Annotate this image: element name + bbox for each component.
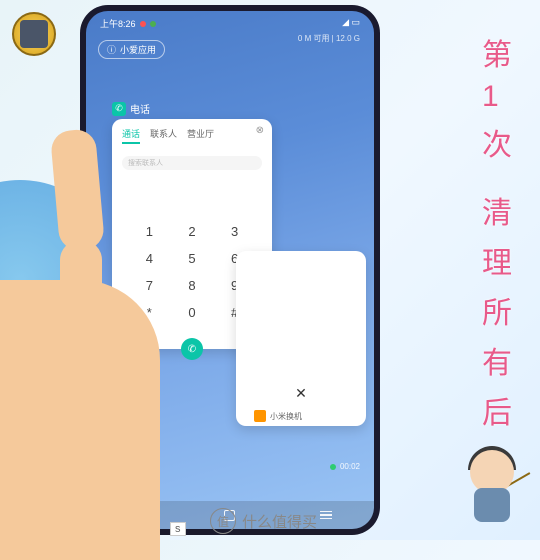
key-0[interactable]: 0 xyxy=(173,301,212,324)
watermark-badge: 值 xyxy=(210,508,236,534)
key-8[interactable]: 8 xyxy=(173,274,212,297)
memory-status: 0 M 可用 | 12.0 G xyxy=(298,33,360,44)
search-input[interactable]: 搜索联系人 xyxy=(122,156,262,170)
corner-mark: s xyxy=(170,522,186,536)
mascot-character xyxy=(452,442,532,532)
tab-contacts[interactable]: 联系人 xyxy=(150,127,177,144)
xiaoai-pill[interactable]: ⓘ 小爱应用 xyxy=(98,40,165,59)
call-button[interactable]: ✆ xyxy=(181,338,203,360)
recents-button[interactable] xyxy=(320,511,332,520)
xiaoai-icon: ⓘ xyxy=(107,43,116,56)
phone-app-icon: ✆ xyxy=(112,102,126,116)
record-dot-icon xyxy=(330,464,336,470)
key-4[interactable]: 4 xyxy=(130,247,169,270)
key-7[interactable]: 7 xyxy=(130,274,169,297)
key-1[interactable]: 1 xyxy=(130,220,169,243)
miswitch-app-icon xyxy=(254,410,266,422)
close-icon[interactable]: ⊗ xyxy=(256,125,264,136)
key-2[interactable]: 2 xyxy=(173,220,212,243)
key-5[interactable]: 5 xyxy=(173,247,212,270)
caption-text: 第 1 次 清 理 所 有 后 台 xyxy=(482,30,512,482)
watermark: 值 什么值得买 xyxy=(210,508,317,534)
key-3[interactable]: 3 xyxy=(215,220,254,243)
author-badge xyxy=(12,12,56,56)
status-dot-icon xyxy=(150,21,156,27)
recents-card-miswitch[interactable]: 换机 ✕ 小米换机 xyxy=(236,251,366,426)
close-icon[interactable]: ✕ xyxy=(295,385,307,402)
signal-icon: ◢ ▭ xyxy=(342,17,360,30)
clock: 上午8:26 xyxy=(100,17,136,30)
rec-indicator-icon xyxy=(140,21,146,27)
screen-record-timer[interactable]: 00:02 xyxy=(330,462,360,471)
tab-calls[interactable]: 通话 xyxy=(122,127,140,144)
tab-services[interactable]: 营业厅 xyxy=(187,127,214,144)
